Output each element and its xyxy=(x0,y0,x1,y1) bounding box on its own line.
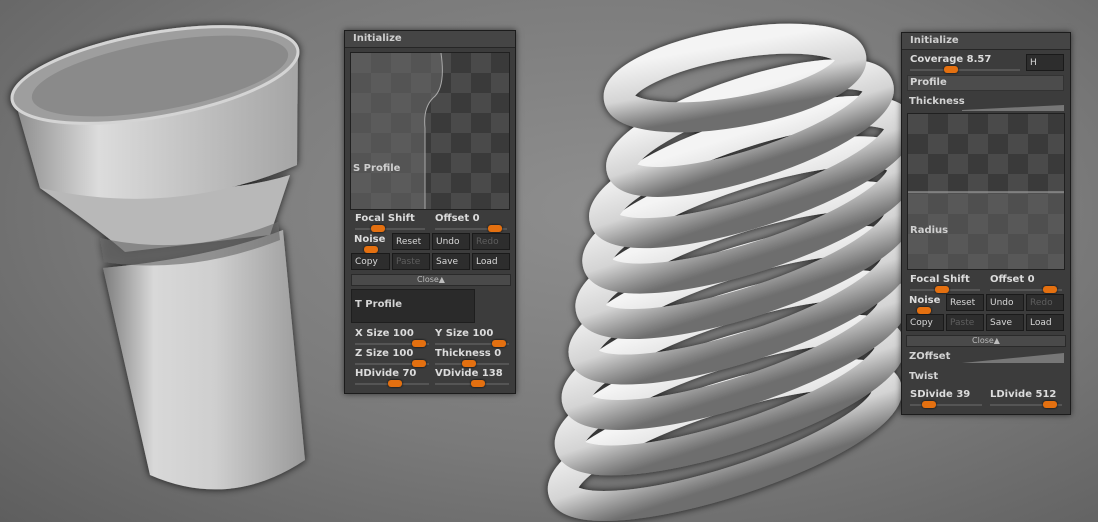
ldivide-knob[interactable] xyxy=(1043,401,1057,408)
hdivide-knob[interactable] xyxy=(388,380,402,387)
z-size-knob[interactable] xyxy=(412,360,426,367)
focal-shift-slider[interactable]: Focal Shift xyxy=(910,274,980,296)
vdivide-label: VDivide 138 xyxy=(435,368,503,379)
vdivide-slider[interactable]: VDivide 138 xyxy=(435,368,509,390)
profile-bar[interactable]: Profile xyxy=(907,75,1064,91)
coverage-slider[interactable]: Coverage 8.57 xyxy=(910,54,1020,76)
noise-label: Noise xyxy=(354,234,386,245)
offset-knob[interactable] xyxy=(488,225,502,232)
save-button[interactable]: Save xyxy=(432,253,470,270)
redo-button[interactable]: Redo xyxy=(472,233,510,250)
close-curve-bar[interactable]: Close▲ xyxy=(351,274,511,286)
zoffset-label: ZOffset xyxy=(909,351,951,362)
coverage-label: Coverage 8.57 xyxy=(910,54,992,65)
initialize-panel-left: Initialize S Profile Focal Shift Offset … xyxy=(344,30,516,394)
focal-shift-knob[interactable] xyxy=(371,225,385,232)
ldivide-slider[interactable]: LDivide 512 xyxy=(990,389,1062,411)
y-size-knob[interactable] xyxy=(492,340,506,347)
hdivide-label: HDivide 70 xyxy=(355,368,417,379)
paste-button[interactable]: Paste xyxy=(946,314,984,331)
offset-slider[interactable]: Offset 0 xyxy=(990,274,1062,296)
undo-button[interactable]: Undo xyxy=(432,233,470,250)
focal-shift-knob[interactable] xyxy=(935,286,949,293)
close-curve-bar[interactable]: Close▲ xyxy=(906,335,1066,347)
paste-button[interactable]: Paste xyxy=(392,253,430,270)
x-size-slider[interactable]: X Size 100 xyxy=(355,328,429,350)
panel-title[interactable]: Initialize xyxy=(345,31,515,48)
noise-label: Noise xyxy=(909,295,941,306)
initialize-panel-right: Initialize Coverage 8.57 H Profile Thick… xyxy=(901,32,1071,415)
noise-knob xyxy=(364,246,378,253)
thickness-slider[interactable]: Thickness 0 xyxy=(435,348,509,370)
t-profile-box[interactable]: T Profile xyxy=(351,289,475,323)
reset-button[interactable]: Reset xyxy=(946,294,984,311)
coverage-knob[interactable] xyxy=(944,66,958,73)
offset-label: Offset 0 xyxy=(435,213,480,224)
ldivide-label: LDivide 512 xyxy=(990,389,1057,400)
redo-button[interactable]: Redo xyxy=(1026,294,1064,311)
noise-knob xyxy=(917,307,931,314)
offset-label: Offset 0 xyxy=(990,274,1035,285)
coil-model xyxy=(547,23,918,521)
radius-curve[interactable]: Radius xyxy=(907,113,1065,270)
twist-label: Twist xyxy=(909,371,939,382)
s-profile-curve[interactable]: S Profile xyxy=(350,52,510,210)
sdivide-knob[interactable] xyxy=(922,401,936,408)
cup-model xyxy=(10,25,305,490)
x-size-knob[interactable] xyxy=(412,340,426,347)
load-button[interactable]: Load xyxy=(472,253,510,270)
profile-label: Profile xyxy=(910,77,947,88)
radius-label: Radius xyxy=(910,225,949,236)
y-size-slider[interactable]: Y Size 100 xyxy=(435,328,509,350)
vdivide-knob[interactable] xyxy=(471,380,485,387)
hdivide-slider[interactable]: HDivide 70 xyxy=(355,368,429,390)
load-button[interactable]: Load xyxy=(1026,314,1064,331)
offset-slider[interactable]: Offset 0 xyxy=(435,213,507,235)
copy-button[interactable]: Copy xyxy=(351,253,390,270)
t-profile-label: T Profile xyxy=(355,299,403,310)
z-size-slider[interactable]: Z Size 100 xyxy=(355,348,429,370)
zoffset-wedge[interactable] xyxy=(962,353,1064,363)
focal-shift-track xyxy=(355,228,425,230)
h-button[interactable]: H xyxy=(1026,54,1064,71)
thickness-wedge[interactable] xyxy=(962,105,1064,111)
offset-knob[interactable] xyxy=(1043,286,1057,293)
s-profile-label: S Profile xyxy=(353,163,401,174)
x-size-label: X Size 100 xyxy=(355,328,414,339)
focal-shift-label: Focal Shift xyxy=(355,213,415,224)
thickness-knob[interactable] xyxy=(462,360,476,367)
reset-button[interactable]: Reset xyxy=(392,233,430,250)
thickness-label: Thickness xyxy=(909,96,965,107)
focal-shift-slider[interactable]: Focal Shift xyxy=(355,213,425,235)
y-size-label: Y Size 100 xyxy=(435,328,494,339)
copy-button[interactable]: Copy xyxy=(906,314,944,331)
z-size-label: Z Size 100 xyxy=(355,348,414,359)
thickness-label: Thickness 0 xyxy=(435,348,502,359)
sdivide-slider[interactable]: SDivide 39 xyxy=(910,389,982,411)
sdivide-label: SDivide 39 xyxy=(910,389,971,400)
undo-button[interactable]: Undo xyxy=(986,294,1024,311)
focal-shift-label: Focal Shift xyxy=(910,274,970,285)
save-button[interactable]: Save xyxy=(986,314,1024,331)
panel-title[interactable]: Initialize xyxy=(902,33,1070,50)
